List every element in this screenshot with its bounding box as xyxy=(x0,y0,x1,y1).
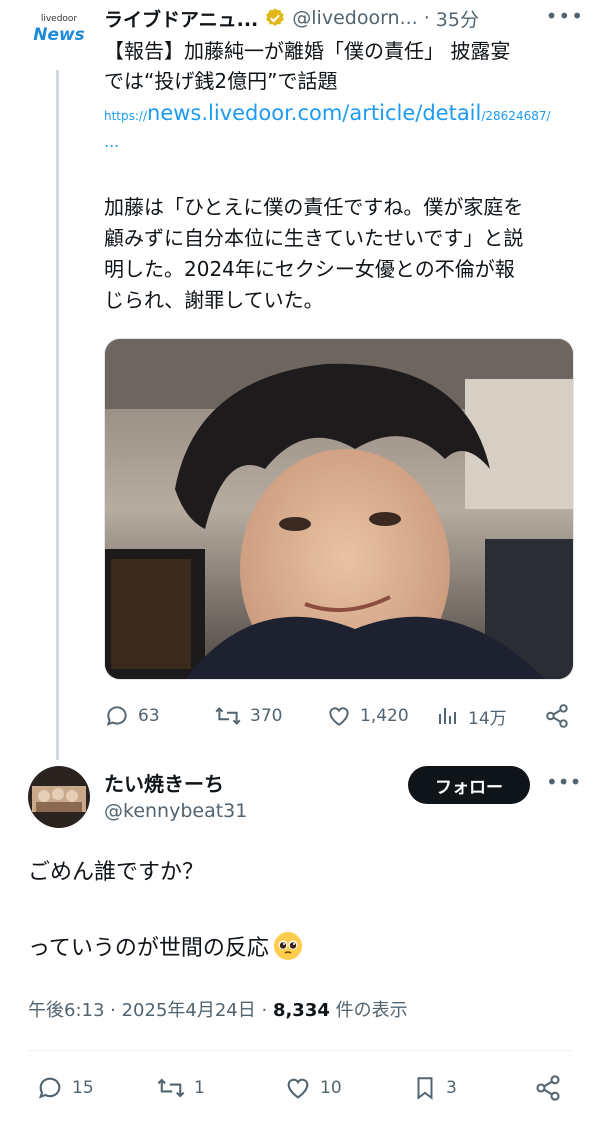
views-count: 14万 xyxy=(468,708,507,729)
meta-separator: · xyxy=(255,1000,273,1021)
quoted-more-icon[interactable]: ••• xyxy=(546,4,584,28)
livedoor-news-logo[interactable]: livedoor News xyxy=(30,12,88,52)
reply-count: 15 xyxy=(72,1078,94,1098)
views-icon xyxy=(436,703,460,729)
meta-date[interactable]: 2025年4月24日 xyxy=(122,1000,256,1021)
retweet-count: 1 xyxy=(194,1078,205,1098)
bookmark-count: 3 xyxy=(446,1078,457,1098)
like-button[interactable]: 10 xyxy=(284,1072,342,1104)
heart-icon xyxy=(284,1074,312,1102)
reply-button[interactable]: 15 xyxy=(36,1072,94,1104)
article-link[interactable]: https://news.livedoor.com/article/detail… xyxy=(104,98,574,131)
quoted-tweet-header: ライブドアニュ... @livedoorn... · 35分 xyxy=(104,4,584,32)
meta-separator: · xyxy=(104,1000,122,1021)
reply-more-icon[interactable]: ••• xyxy=(546,770,581,794)
header-separator: · xyxy=(423,7,430,29)
link-ellipsis[interactable]: ... xyxy=(104,132,119,151)
reply-meta: 午後6:13 · 2025年4月24日 · 8,334 件の表示 xyxy=(28,996,408,1022)
reply-button[interactable]: 63 xyxy=(104,700,160,732)
body-line-3: 明した。2024年にセクシー女優との不倫が報 xyxy=(104,257,515,281)
like-count: 10 xyxy=(320,1078,342,1098)
retweet-button[interactable]: 370 xyxy=(214,700,282,732)
quoted-actions: 63 370 1,420 14万 xyxy=(104,700,584,732)
meta-time[interactable]: 午後6:13 xyxy=(28,1000,104,1021)
logo-news-text: News xyxy=(33,25,85,45)
share-icon xyxy=(544,703,570,729)
like-button[interactable]: 1,420 xyxy=(326,700,409,732)
meta-views-label: 件の表示 xyxy=(329,1000,408,1021)
avatar[interactable] xyxy=(28,766,90,828)
reply-count: 63 xyxy=(138,706,160,726)
reply-author-name[interactable]: たい焼きーち xyxy=(104,768,224,797)
quoted-author-handle[interactable]: @livedoorn... xyxy=(292,7,417,29)
reply-body-text: っていうのが世間の反応 xyxy=(28,936,269,961)
reply-body-line-2: っていうのが世間の反応 xyxy=(28,930,303,962)
reply-body-line-1: ごめん誰ですか？ xyxy=(28,860,205,885)
views-button[interactable]: 14万 xyxy=(436,700,507,732)
retweet-count: 370 xyxy=(250,706,283,726)
follow-button[interactable]: フォロー xyxy=(408,766,530,804)
link-suffix: /28624687/ xyxy=(481,109,551,123)
quoted-author-name[interactable]: ライブドアニュ... xyxy=(104,5,258,32)
pleading-face-emoji-icon xyxy=(273,931,303,961)
tweet-photo[interactable] xyxy=(104,338,574,680)
title-line-1: 【報告】加藤純一が離婚「僕の責任」 披露宴 xyxy=(104,39,511,63)
body-line-1: 加藤は「ひとえに僕の責任ですね。僕が家庭を xyxy=(104,195,524,219)
body-line-4: じられ、謝罪していた。 xyxy=(104,288,324,312)
quoted-body: 加藤は「ひとえに僕の責任ですね。僕が家庭を 顧みずに自分本位に生きていたせいです… xyxy=(104,192,579,316)
meta-views-count: 8,334 xyxy=(272,1000,330,1021)
heart-icon xyxy=(326,703,352,729)
reply-icon xyxy=(36,1074,64,1102)
like-count: 1,420 xyxy=(360,706,409,726)
reply-icon xyxy=(104,703,130,729)
quoted-time[interactable]: 35分 xyxy=(436,5,479,32)
share-button[interactable] xyxy=(534,1072,562,1104)
retweet-icon xyxy=(214,703,242,729)
bookmark-button[interactable]: 3 xyxy=(412,1072,457,1104)
link-prefix: https:// xyxy=(104,109,148,123)
bookmark-icon xyxy=(412,1074,438,1102)
divider xyxy=(28,1050,572,1051)
logo-small-text: livedoor xyxy=(40,14,78,24)
body-line-2: 顧みずに自分本位に生きていたせいです」と説 xyxy=(104,226,524,250)
link-main: news.livedoor.com/article/detail xyxy=(147,101,482,125)
retweet-button[interactable]: 1 xyxy=(156,1072,205,1104)
title-line-2: では“投げ銭2億円”で話題 xyxy=(104,69,338,93)
share-icon xyxy=(534,1074,562,1102)
reply-author-handle[interactable]: @kennybeat31 xyxy=(104,800,247,822)
quoted-title: 【報告】加藤純一が離婚「僕の責任」 披露宴 では“投げ銭2億円”で話題 xyxy=(104,36,574,96)
share-button[interactable] xyxy=(544,700,570,732)
thread-line xyxy=(56,70,59,760)
verified-badge-icon xyxy=(264,7,286,29)
reply-actions: 15 1 10 3 xyxy=(28,1072,572,1108)
retweet-icon xyxy=(156,1074,186,1102)
